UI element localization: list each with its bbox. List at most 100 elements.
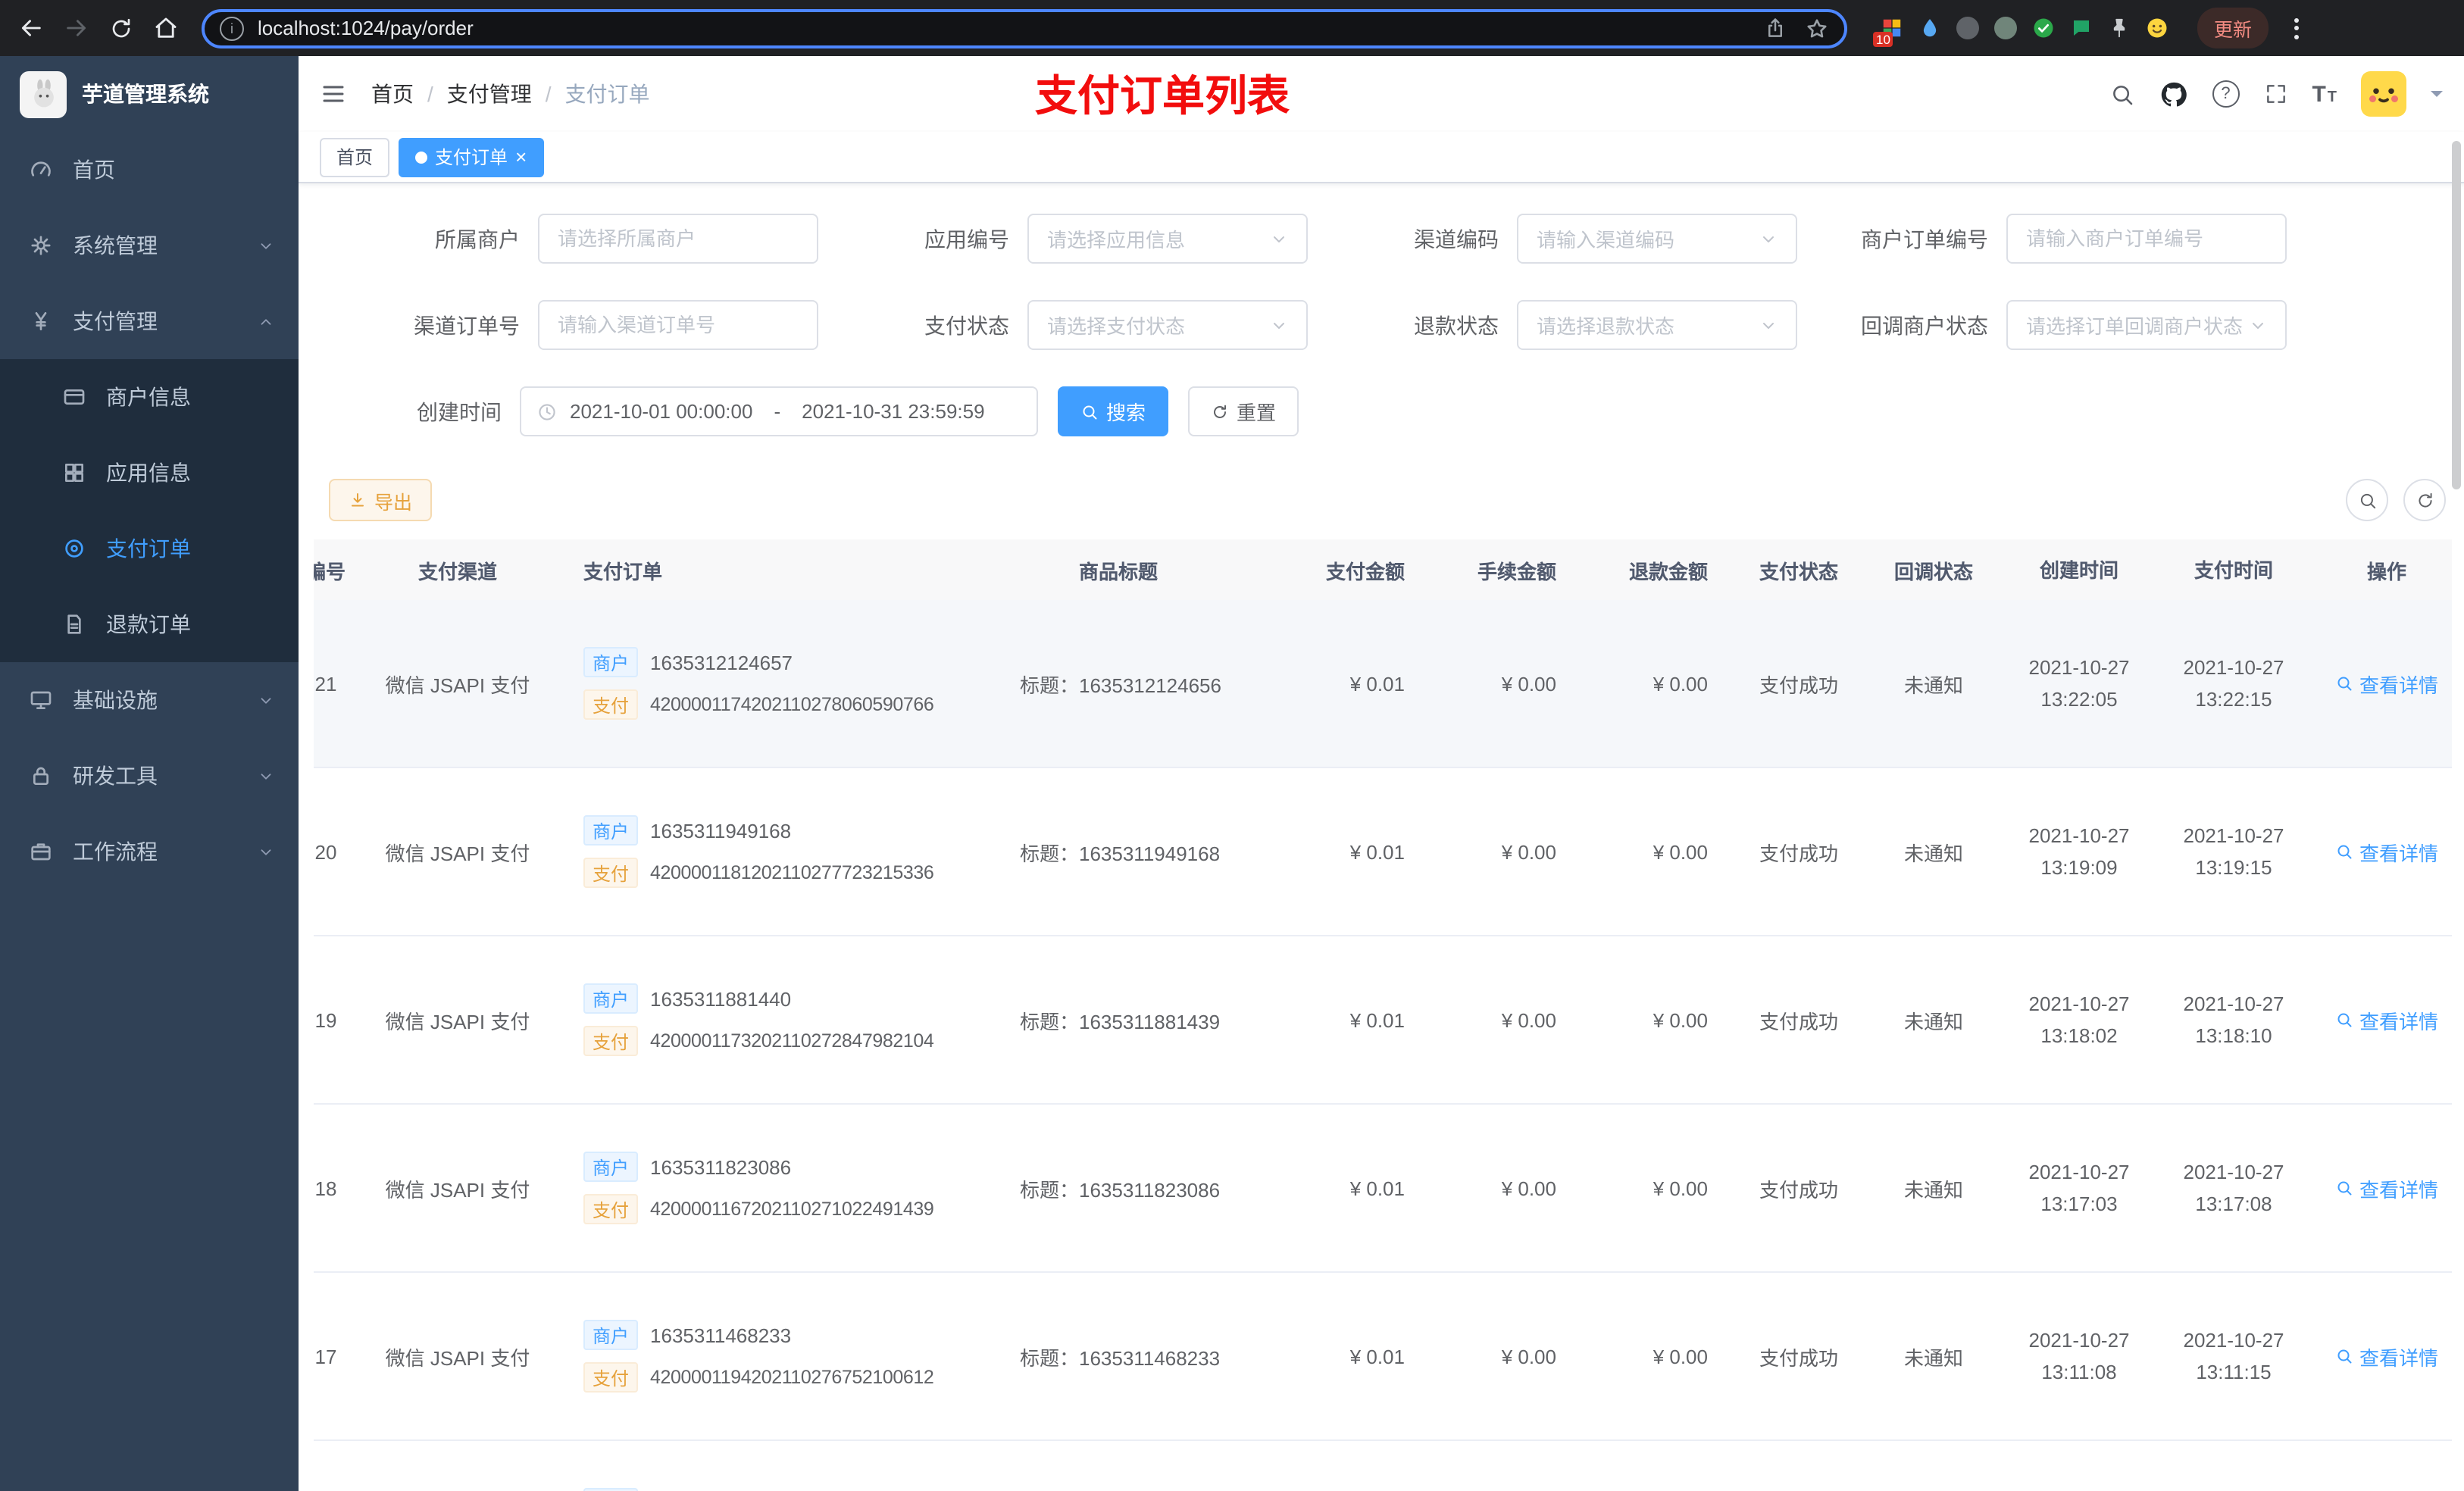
tab-home[interactable]: 首页	[320, 137, 390, 177]
chevron-down-icon	[1759, 230, 1778, 248]
create-time-range[interactable]: 2021-10-01 00:00:00 - 2021-10-31 23:59:5…	[520, 386, 1038, 436]
merchant-order-no: 1635312124657	[650, 651, 793, 674]
help-icon[interactable]: ?	[2212, 80, 2240, 108]
search-icon[interactable]	[2109, 81, 2134, 107]
channel-order-no-input[interactable]	[538, 300, 818, 350]
sidebar-subitem-pay-order[interactable]: 支付订单	[0, 511, 299, 586]
download-icon	[349, 491, 367, 509]
column-header-actions: 操作	[2366, 560, 2406, 583]
sidebar-item-infra[interactable]: 基础设施	[0, 662, 299, 738]
range-end[interactable]: 2021-10-31 23:59:59	[802, 400, 984, 423]
breadcrumb-home[interactable]: 首页	[371, 79, 414, 109]
tab-pay-order[interactable]: 支付订单 ×	[399, 137, 544, 177]
cell-actions: 查看详情	[2311, 1005, 2452, 1034]
view-detail-link[interactable]: 查看详情	[2335, 1005, 2438, 1034]
chevron-down-icon	[1270, 230, 1288, 248]
cell-pay-status: 支付成功	[1759, 1010, 1838, 1033]
bookmark-star-icon[interactable]	[1805, 16, 1829, 40]
pay-tag: 支付	[583, 1026, 639, 1056]
sidebar-toggle-icon[interactable]	[320, 80, 347, 108]
home-icon[interactable]	[153, 15, 179, 41]
reload-icon[interactable]	[109, 16, 133, 40]
range-start[interactable]: 2021-10-01 00:00:00	[570, 400, 752, 423]
pay-tag: 支付	[583, 1194, 639, 1224]
scrollbar-thumb[interactable]	[2452, 141, 2461, 489]
table-body: 21 微信 JSAPI 支付 商户 1635312124657 支付 42000…	[314, 600, 2452, 1491]
refresh-icon	[2415, 490, 2434, 510]
channel-code-select[interactable]: 请输入渠道编码	[1517, 214, 1797, 264]
view-detail-link[interactable]: 查看详情	[2335, 1174, 2438, 1202]
extension-icon[interactable]	[1955, 16, 1979, 40]
avatar[interactable]	[2361, 71, 2406, 117]
font-size-icon[interactable]: T T	[2312, 83, 2337, 105]
search-button[interactable]: 搜索	[1058, 386, 1169, 436]
export-button[interactable]: 导出	[329, 479, 433, 521]
merchant-order-no-input[interactable]	[2006, 214, 2287, 264]
cell-notify-status: 未通知	[1903, 674, 1963, 696]
fullscreen-icon[interactable]	[2263, 82, 2287, 106]
cell-order: 商户 1635311949168 支付 42000011812021102777…	[547, 803, 959, 900]
url-text[interactable]: localhost:1024/pay/order	[258, 17, 1750, 39]
cell-fee: ¥ 0.00	[1501, 1345, 1556, 1368]
extension-icon[interactable]	[2031, 16, 2055, 40]
extension-icon[interactable]	[1993, 16, 2017, 40]
sidebar-item-workflow[interactable]: 工作流程	[0, 814, 299, 889]
app-title: 芋道管理系统	[82, 82, 209, 106]
cell-amount: ¥ 0.01	[1349, 1345, 1405, 1368]
navbar-actions: ? T T	[2109, 71, 2443, 117]
cell-create-time: 2021-10-27 13:18:02	[2028, 992, 2130, 1047]
sidebar-subitem-app-info[interactable]: 应用信息	[0, 435, 299, 511]
view-detail-link[interactable]: 查看详情	[2335, 837, 2438, 866]
browser-menu-icon[interactable]	[2288, 14, 2305, 42]
sidebar-item-home[interactable]: 首页	[0, 132, 299, 208]
cell-pay-time: 2021-10-27 13:18:10	[2183, 992, 2284, 1047]
cell-fee: ¥ 0.00	[1501, 1177, 1556, 1199]
filter-merchant: 所属商户	[329, 214, 818, 264]
address-bar[interactable]: i localhost:1024/pay/order	[202, 8, 1847, 48]
extension-icon[interactable]	[2106, 16, 2131, 40]
back-icon[interactable]	[18, 15, 44, 41]
cell-id: 18	[314, 1177, 337, 1199]
view-detail-link[interactable]: 查看详情	[2335, 1342, 2438, 1371]
chevron-down-icon	[2249, 316, 2267, 334]
filter-label: 回调商户状态	[1861, 313, 1988, 337]
table-row: 18 微信 JSAPI 支付 商户 1635311823086 支付 42000…	[314, 1105, 2452, 1273]
refund-status-select[interactable]: 请选择退款状态	[1517, 300, 1797, 350]
sidebar-item-payment[interactable]: 支付管理	[0, 283, 299, 359]
chrome-update-button[interactable]: 更新	[2197, 8, 2269, 48]
merchant-input[interactable]	[538, 214, 818, 264]
app-select[interactable]: 请选择应用信息	[1027, 214, 1308, 264]
app-logo[interactable]: 芋道管理系统	[0, 56, 299, 132]
sidebar-subitem-merchant-info[interactable]: 商户信息	[0, 359, 299, 435]
view-detail-link[interactable]: 查看详情	[2335, 669, 2438, 698]
close-icon[interactable]: ×	[515, 147, 527, 167]
extension-icon[interactable]	[2144, 16, 2169, 40]
extension-icon[interactable]	[1917, 16, 1941, 40]
sidebar-item-system[interactable]: 系统管理	[0, 208, 299, 283]
cell-refund: ¥ 0.00	[1653, 840, 1708, 863]
share-icon[interactable]	[1764, 17, 1787, 39]
sidebar-subitem-refund-order[interactable]: 退款订单	[0, 586, 299, 662]
reset-button[interactable]: 重置	[1188, 386, 1299, 436]
pay-status-select[interactable]: 请选择支付状态	[1027, 300, 1308, 350]
sidebar-item-label: 系统管理	[73, 233, 158, 258]
pay-tag: 支付	[583, 1362, 639, 1393]
avatar-caret-icon[interactable]	[2431, 91, 2443, 103]
github-icon[interactable]	[2159, 80, 2187, 108]
search-icon	[2335, 674, 2353, 692]
column-header-id: 编号	[314, 560, 346, 583]
forward-icon[interactable]	[64, 15, 89, 41]
refresh-table-button[interactable]	[2403, 479, 2446, 521]
site-info-icon[interactable]: i	[220, 16, 244, 40]
breadcrumb-payment[interactable]: 支付管理	[447, 79, 532, 109]
toggle-search-button[interactable]	[2346, 479, 2388, 521]
sidebar-item-devtools[interactable]: 研发工具	[0, 738, 299, 814]
extension-icon[interactable]: 10	[1873, 16, 1903, 46]
cell-fee: ¥ 0.00	[1501, 1008, 1556, 1031]
callback-status-select[interactable]: 请选择订单回调商户状态	[2006, 300, 2287, 350]
extension-icon[interactable]	[2068, 16, 2093, 40]
extension-badge: 10	[1873, 31, 1893, 46]
filter-app: 应用编号 请选择应用信息	[818, 214, 1308, 264]
grey-circle-icon	[1956, 17, 1978, 39]
top-navbar: 首页 / 支付管理 / 支付订单 支付订单列表 ? T T	[299, 56, 2464, 132]
